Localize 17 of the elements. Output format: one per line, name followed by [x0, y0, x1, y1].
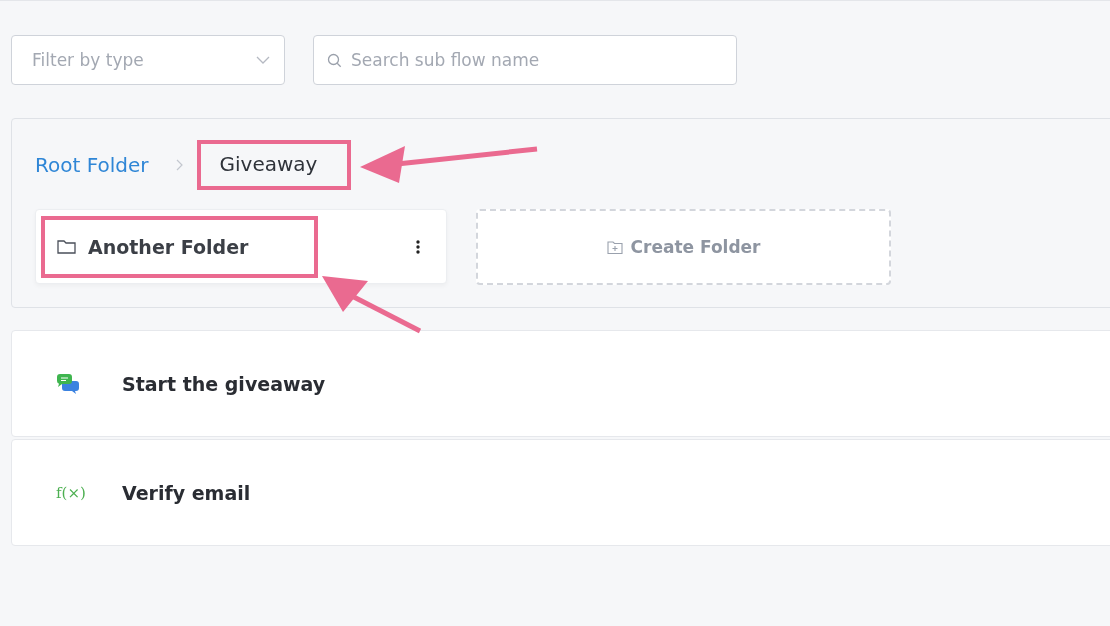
folder-icon	[57, 239, 76, 254]
folder-card[interactable]: Another Folder	[35, 209, 447, 284]
folder-plus-icon	[606, 240, 623, 254]
search-field[interactable]: Search sub flow name	[313, 35, 737, 85]
chevron-right-icon	[176, 159, 184, 171]
flow-row[interactable]: Start the giveaway	[11, 330, 1110, 437]
breadcrumb-current: Giveaway	[197, 140, 352, 190]
search-icon	[327, 53, 342, 68]
breadcrumb-link[interactable]: Root Folder	[35, 153, 149, 177]
flow-row[interactable]: f(×) Verify email	[11, 439, 1110, 546]
flow-name: Verify email	[122, 481, 251, 504]
chat-bubbles-icon	[56, 372, 80, 395]
folder-name: Another Folder	[88, 235, 249, 258]
more-options-icon[interactable]	[416, 239, 420, 254]
flow-name: Start the giveaway	[122, 372, 326, 395]
function-icon: f(×)	[56, 483, 86, 502]
chevron-down-icon	[256, 56, 270, 64]
